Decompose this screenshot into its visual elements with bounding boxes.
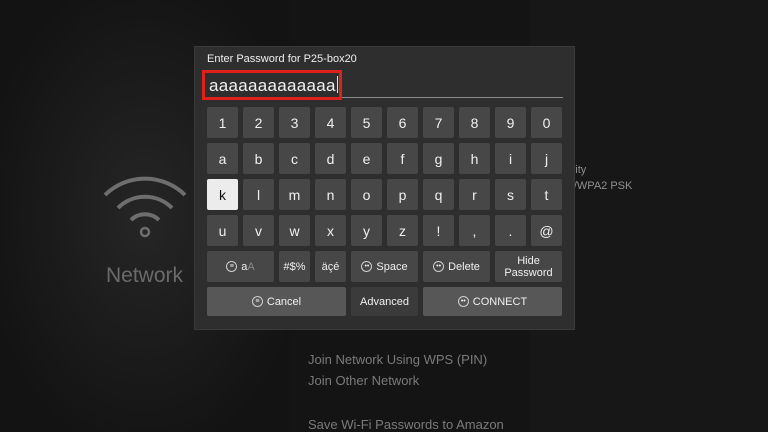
rewind-icon: ••	[433, 261, 445, 272]
key-9[interactable]: 9	[495, 107, 526, 138]
cancel-button-label: Cancel	[266, 295, 302, 308]
advanced-button[interactable]: Advanced	[351, 287, 418, 316]
network-label: Network	[106, 264, 184, 287]
key-y[interactable]: y	[351, 215, 382, 246]
key-c[interactable]: c	[279, 143, 310, 174]
cancel-button[interactable]: ≡ Cancel	[207, 287, 346, 316]
key-e[interactable]: e	[351, 143, 382, 174]
key-at[interactable]: @	[531, 215, 562, 246]
key-4[interactable]: 4	[315, 107, 346, 138]
key-g[interactable]: g	[423, 143, 454, 174]
hide-password-key[interactable]: Hide Password	[495, 251, 562, 282]
key-z[interactable]: z	[387, 215, 418, 246]
play-pause-icon: ••	[361, 261, 373, 272]
password-input[interactable]: aaaaaaaaaaaaa	[202, 70, 563, 100]
key-i[interactable]: i	[495, 143, 526, 174]
key-v[interactable]: v	[243, 215, 274, 246]
key-k[interactable]: k	[207, 179, 238, 210]
key-r[interactable]: r	[459, 179, 490, 210]
space-key[interactable]: •• Space	[351, 251, 418, 282]
key-j[interactable]: j	[531, 143, 562, 174]
dialog-title: Enter Password for P25-box20	[207, 53, 357, 65]
key-t[interactable]: t	[531, 179, 562, 210]
key-n[interactable]: n	[315, 179, 346, 210]
key-1[interactable]: 1	[207, 107, 238, 138]
space-key-label: Space	[376, 260, 408, 273]
key-q[interactable]: q	[423, 179, 454, 210]
connect-button[interactable]: •• CONNECT	[423, 287, 562, 316]
key-d[interactable]: d	[315, 143, 346, 174]
key-b[interactable]: b	[243, 143, 274, 174]
key-a[interactable]: a	[207, 143, 238, 174]
wifi-icon	[103, 176, 187, 238]
key-2[interactable]: 2	[243, 107, 274, 138]
key-w[interactable]: w	[279, 215, 310, 246]
key-exclamation[interactable]: !	[423, 215, 454, 246]
case-toggle-key[interactable]: ≡ aA	[207, 251, 274, 282]
key-8[interactable]: 8	[459, 107, 490, 138]
delete-key[interactable]: •• Delete	[423, 251, 490, 282]
hide-password-line-1: Hide	[517, 254, 540, 267]
menu-icon: ≡	[226, 261, 238, 272]
key-6[interactable]: 6	[387, 107, 418, 138]
key-x[interactable]: x	[315, 215, 346, 246]
symbols-key[interactable]: #$%	[279, 251, 310, 282]
key-s[interactable]: s	[495, 179, 526, 210]
key-f[interactable]: f	[387, 143, 418, 174]
key-l[interactable]: l	[243, 179, 274, 210]
join-wps-item[interactable]: Join Network Using WPS (PIN)	[308, 352, 487, 367]
save-wifi-passwords-item[interactable]: Save Wi-Fi Passwords to Amazon	[308, 417, 504, 432]
menu-icon: ≡	[251, 296, 263, 307]
key-5[interactable]: 5	[351, 107, 382, 138]
play-pause-icon: ••	[457, 296, 469, 307]
key-u[interactable]: u	[207, 215, 238, 246]
key-m[interactable]: m	[279, 179, 310, 210]
key-7[interactable]: 7	[423, 107, 454, 138]
hide-password-line-2: Password	[504, 266, 553, 279]
key-p[interactable]: p	[387, 179, 418, 210]
key-h[interactable]: h	[459, 143, 490, 174]
key-o[interactable]: o	[351, 179, 382, 210]
key-0[interactable]: 0	[531, 107, 562, 138]
delete-key-label: Delete	[448, 260, 480, 273]
password-highlight-box	[202, 70, 342, 100]
join-other-network-item[interactable]: Join Other Network	[308, 373, 419, 388]
password-dialog: Enter Password for P25-box20 aaaaaaaaaaa…	[194, 46, 575, 330]
key-3[interactable]: 3	[279, 107, 310, 138]
accents-key[interactable]: äçé	[315, 251, 346, 282]
key-period[interactable]: .	[495, 215, 526, 246]
case-upper-label: A	[247, 260, 255, 273]
connect-button-label: CONNECT	[472, 295, 528, 308]
key-comma[interactable]: ,	[459, 215, 490, 246]
